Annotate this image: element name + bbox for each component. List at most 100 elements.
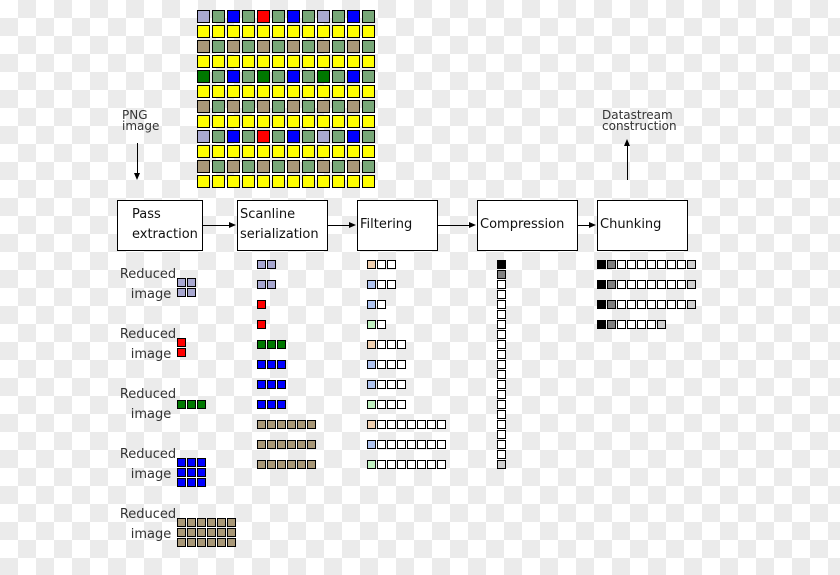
pixel [242, 70, 255, 83]
pixel [302, 130, 315, 143]
pixel [242, 40, 255, 53]
chunk-byte [627, 300, 636, 309]
scanline-pixel [277, 420, 286, 429]
reduced-pixel [187, 278, 196, 287]
stage-scanline-serialization: Scanline serialization [237, 200, 328, 251]
reduced-pixel [197, 528, 206, 537]
reduced-pixel [177, 528, 186, 537]
scanline-pixel [257, 260, 266, 269]
pixel [332, 70, 345, 83]
scanline-pixel [267, 440, 276, 449]
pixel [362, 40, 375, 53]
chunk-byte [647, 320, 656, 329]
scanline-pixel [257, 440, 266, 449]
reduced-label-line: Reduced [119, 447, 177, 462]
pixel [197, 10, 210, 23]
chunk-byte [607, 320, 616, 329]
pixel [227, 160, 240, 173]
pixel [227, 70, 240, 83]
pixel [302, 85, 315, 98]
reduced-pixel [197, 468, 206, 477]
scanline-pixel [267, 460, 276, 469]
reduced-label-line: image [130, 527, 172, 542]
filtered-byte [407, 440, 416, 449]
flow-arrow-head [229, 222, 236, 228]
pixel [197, 175, 210, 188]
filtered-byte [387, 400, 396, 409]
reduced-pixel [177, 278, 186, 287]
scanline-pixel [277, 380, 286, 389]
pixel [227, 130, 240, 143]
pixel [257, 175, 270, 188]
pixel [347, 40, 360, 53]
pixel [212, 10, 225, 23]
stage-compression: Compression [477, 200, 578, 251]
pixel [272, 85, 285, 98]
reduced-pixel [177, 458, 186, 467]
filter-type-byte [367, 380, 376, 389]
compressed-byte [497, 320, 506, 329]
scanline-pixel [297, 440, 306, 449]
pixel [272, 130, 285, 143]
filtered-byte [377, 440, 386, 449]
pixel [302, 175, 315, 188]
stage-label: Filtering [360, 217, 413, 232]
pixel [332, 115, 345, 128]
scanline-pixel [257, 460, 266, 469]
pixel [242, 100, 255, 113]
scanline-pixel [277, 460, 286, 469]
pixel [197, 70, 210, 83]
filter-type-byte [367, 300, 376, 309]
pixel [272, 145, 285, 158]
reduced-label-line: Reduced [119, 387, 177, 402]
scanline-pixel [277, 340, 286, 349]
pixel [362, 85, 375, 98]
filtered-byte [437, 460, 446, 469]
pixel [317, 175, 330, 188]
reduced-pixel [197, 518, 206, 527]
scanline-pixel [277, 400, 286, 409]
pixel [257, 40, 270, 53]
filtered-byte [377, 420, 386, 429]
reduced-pixel [177, 400, 186, 409]
filtered-byte [377, 380, 386, 389]
reduced-label-line: image [130, 347, 172, 362]
filtered-byte [377, 400, 386, 409]
filtered-byte [407, 460, 416, 469]
stage-chunking: Chunking [597, 200, 688, 251]
stage-label: Chunking [600, 217, 662, 232]
filtered-byte [407, 420, 416, 429]
reduced-image-label: Reduced image [118, 265, 178, 305]
pixel [287, 130, 300, 143]
compressed-byte [497, 450, 506, 459]
pixel [197, 40, 210, 53]
pixel [317, 10, 330, 23]
compressed-byte [497, 350, 506, 359]
reduced-pixel [177, 348, 186, 357]
pixel [347, 25, 360, 38]
pixel [257, 10, 270, 23]
filtered-byte [397, 360, 406, 369]
pixel [227, 25, 240, 38]
stage-pass-extraction: Pass extraction [117, 200, 203, 251]
pixel [347, 145, 360, 158]
pixel [212, 40, 225, 53]
chunk-byte [657, 300, 666, 309]
filtered-byte [427, 420, 436, 429]
chunk-byte [607, 300, 616, 309]
filtered-byte [387, 440, 396, 449]
pixel [212, 130, 225, 143]
filtered-byte [397, 440, 406, 449]
filtered-byte [387, 260, 396, 269]
pixel [227, 85, 240, 98]
compressed-byte [497, 410, 506, 419]
chunk-byte [687, 300, 696, 309]
pixel [212, 85, 225, 98]
filter-type-byte [367, 440, 376, 449]
pixel [257, 115, 270, 128]
pixel [332, 175, 345, 188]
reduced-pixel [187, 528, 196, 537]
pixel [317, 130, 330, 143]
stage-filtering: Filtering [357, 200, 438, 251]
reduced-pixel [187, 458, 196, 467]
